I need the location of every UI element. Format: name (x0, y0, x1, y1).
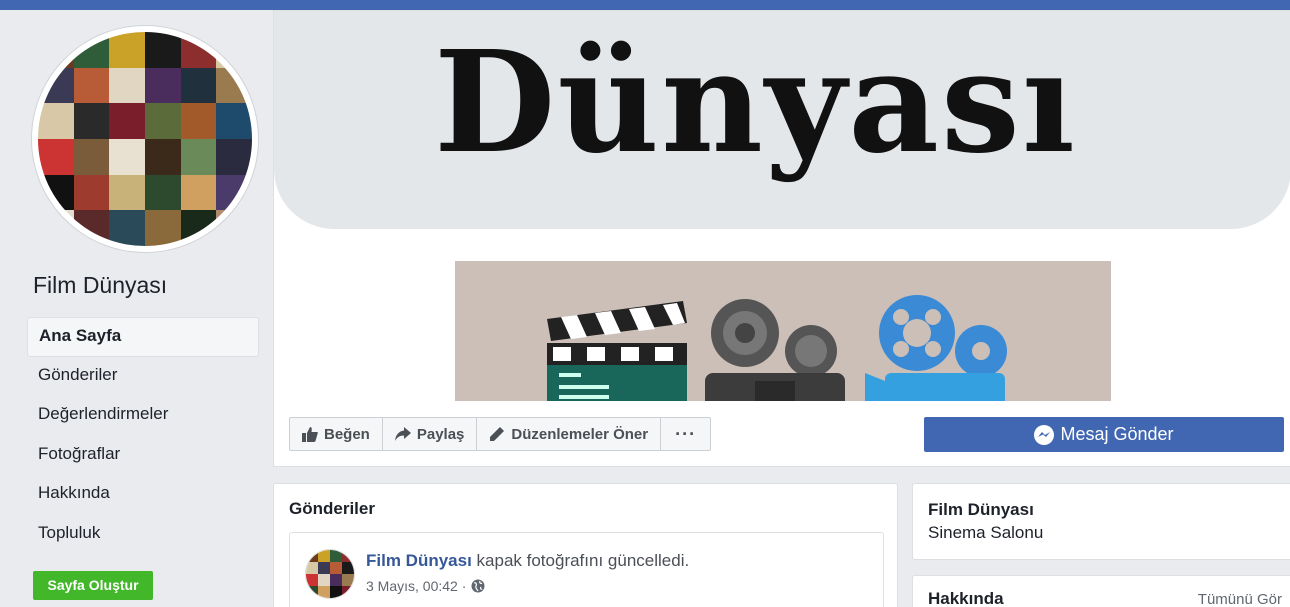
sidebar-item-fotograflar[interactable]: Fotoğraflar (27, 436, 259, 476)
cover-banner[interactable]: Dünyası (274, 11, 1290, 229)
film-camera-icon (705, 299, 845, 401)
cinema-icons-illustration (547, 295, 1007, 401)
pencil-icon (490, 427, 505, 441)
post-card: Film Dünyası kapak fotoğrafını güncelled… (289, 532, 884, 607)
profile-picture[interactable] (32, 26, 258, 252)
share-button[interactable]: Paylaş (383, 418, 478, 450)
suggest-edits-button[interactable]: Düzenlemeler Öner (477, 418, 662, 450)
post-author-link[interactable]: Film Dünyası (366, 551, 472, 570)
post-action-text: kapak fotoğrafını güncelledi. (476, 551, 690, 570)
page-name: Film Dünyası (33, 272, 168, 298)
create-page-button[interactable]: Sayfa Oluştur (33, 571, 153, 600)
page-actions-bar: Beğen Paylaş Düzenlemeler Öner ··· (289, 417, 712, 451)
thumbs-up-icon (302, 426, 318, 442)
more-button[interactable]: ··· (661, 418, 710, 450)
share-arrow-icon (394, 427, 411, 441)
sidebar-item-degerlendirmeler[interactable]: Değerlendirmeler (27, 396, 259, 436)
sidebar-item-topluluk[interactable]: Topluluk (27, 515, 259, 555)
page-summary-card: Film Dünyası Sinema Salonu (912, 483, 1290, 560)
post-author-avatar[interactable] (305, 549, 355, 599)
post-meta: 3 Mayıs, 00:42 · (366, 578, 485, 594)
sidebar-item-ana-sayfa[interactable]: Ana Sayfa (27, 317, 259, 357)
post-timestamp[interactable]: 3 Mayıs, 00:42 · (366, 578, 466, 594)
share-label: Paylaş (416, 425, 465, 443)
more-icon: ··· (675, 423, 697, 444)
posts-panel: Gönderiler Film Dünyası kapak fotoğrafın… (273, 483, 898, 607)
sidebar-nav: Ana Sayfa Gönderiler Değerlendirmeler Fo… (27, 317, 259, 554)
movie-poster-collage (38, 32, 252, 246)
summary-page-name[interactable]: Film Dünyası (928, 500, 1034, 520)
about-card: Hakkında Tümünü Gör (912, 575, 1290, 607)
about-title: Hakkında (928, 589, 1004, 607)
like-label: Beğen (324, 425, 370, 443)
video-camera-icon (865, 295, 1007, 401)
suggest-edits-label: Düzenlemeler Öner (511, 425, 649, 443)
top-bar (0, 0, 1290, 10)
like-button[interactable]: Beğen (290, 418, 383, 450)
cover-banner-text: Dünyası (434, 21, 1078, 185)
send-message-button[interactable]: Mesaj Gönder (924, 417, 1284, 452)
summary-page-category[interactable]: Sinema Salonu (928, 523, 1043, 543)
cover-section: Dünyası Beğen Paylaş Düzenlemeler Öner ·… (273, 10, 1290, 467)
cover-photo[interactable] (455, 261, 1111, 401)
sidebar-item-gonderiler[interactable]: Gönderiler (27, 357, 259, 397)
sidebar-item-hakkinda[interactable]: Hakkında (27, 475, 259, 515)
clapperboard-icon (547, 301, 687, 401)
globe-icon[interactable] (471, 579, 485, 593)
see-all-link[interactable]: Tümünü Gör (1198, 591, 1282, 607)
post-headline: Film Dünyası kapak fotoğrafını güncelled… (366, 551, 689, 571)
left-column: Film Dünyası Ana Sayfa Gönderiler Değerl… (0, 10, 272, 607)
messenger-icon (1034, 424, 1055, 445)
send-message-label: Mesaj Gönder (1060, 424, 1174, 444)
posts-title: Gönderiler (289, 499, 375, 518)
